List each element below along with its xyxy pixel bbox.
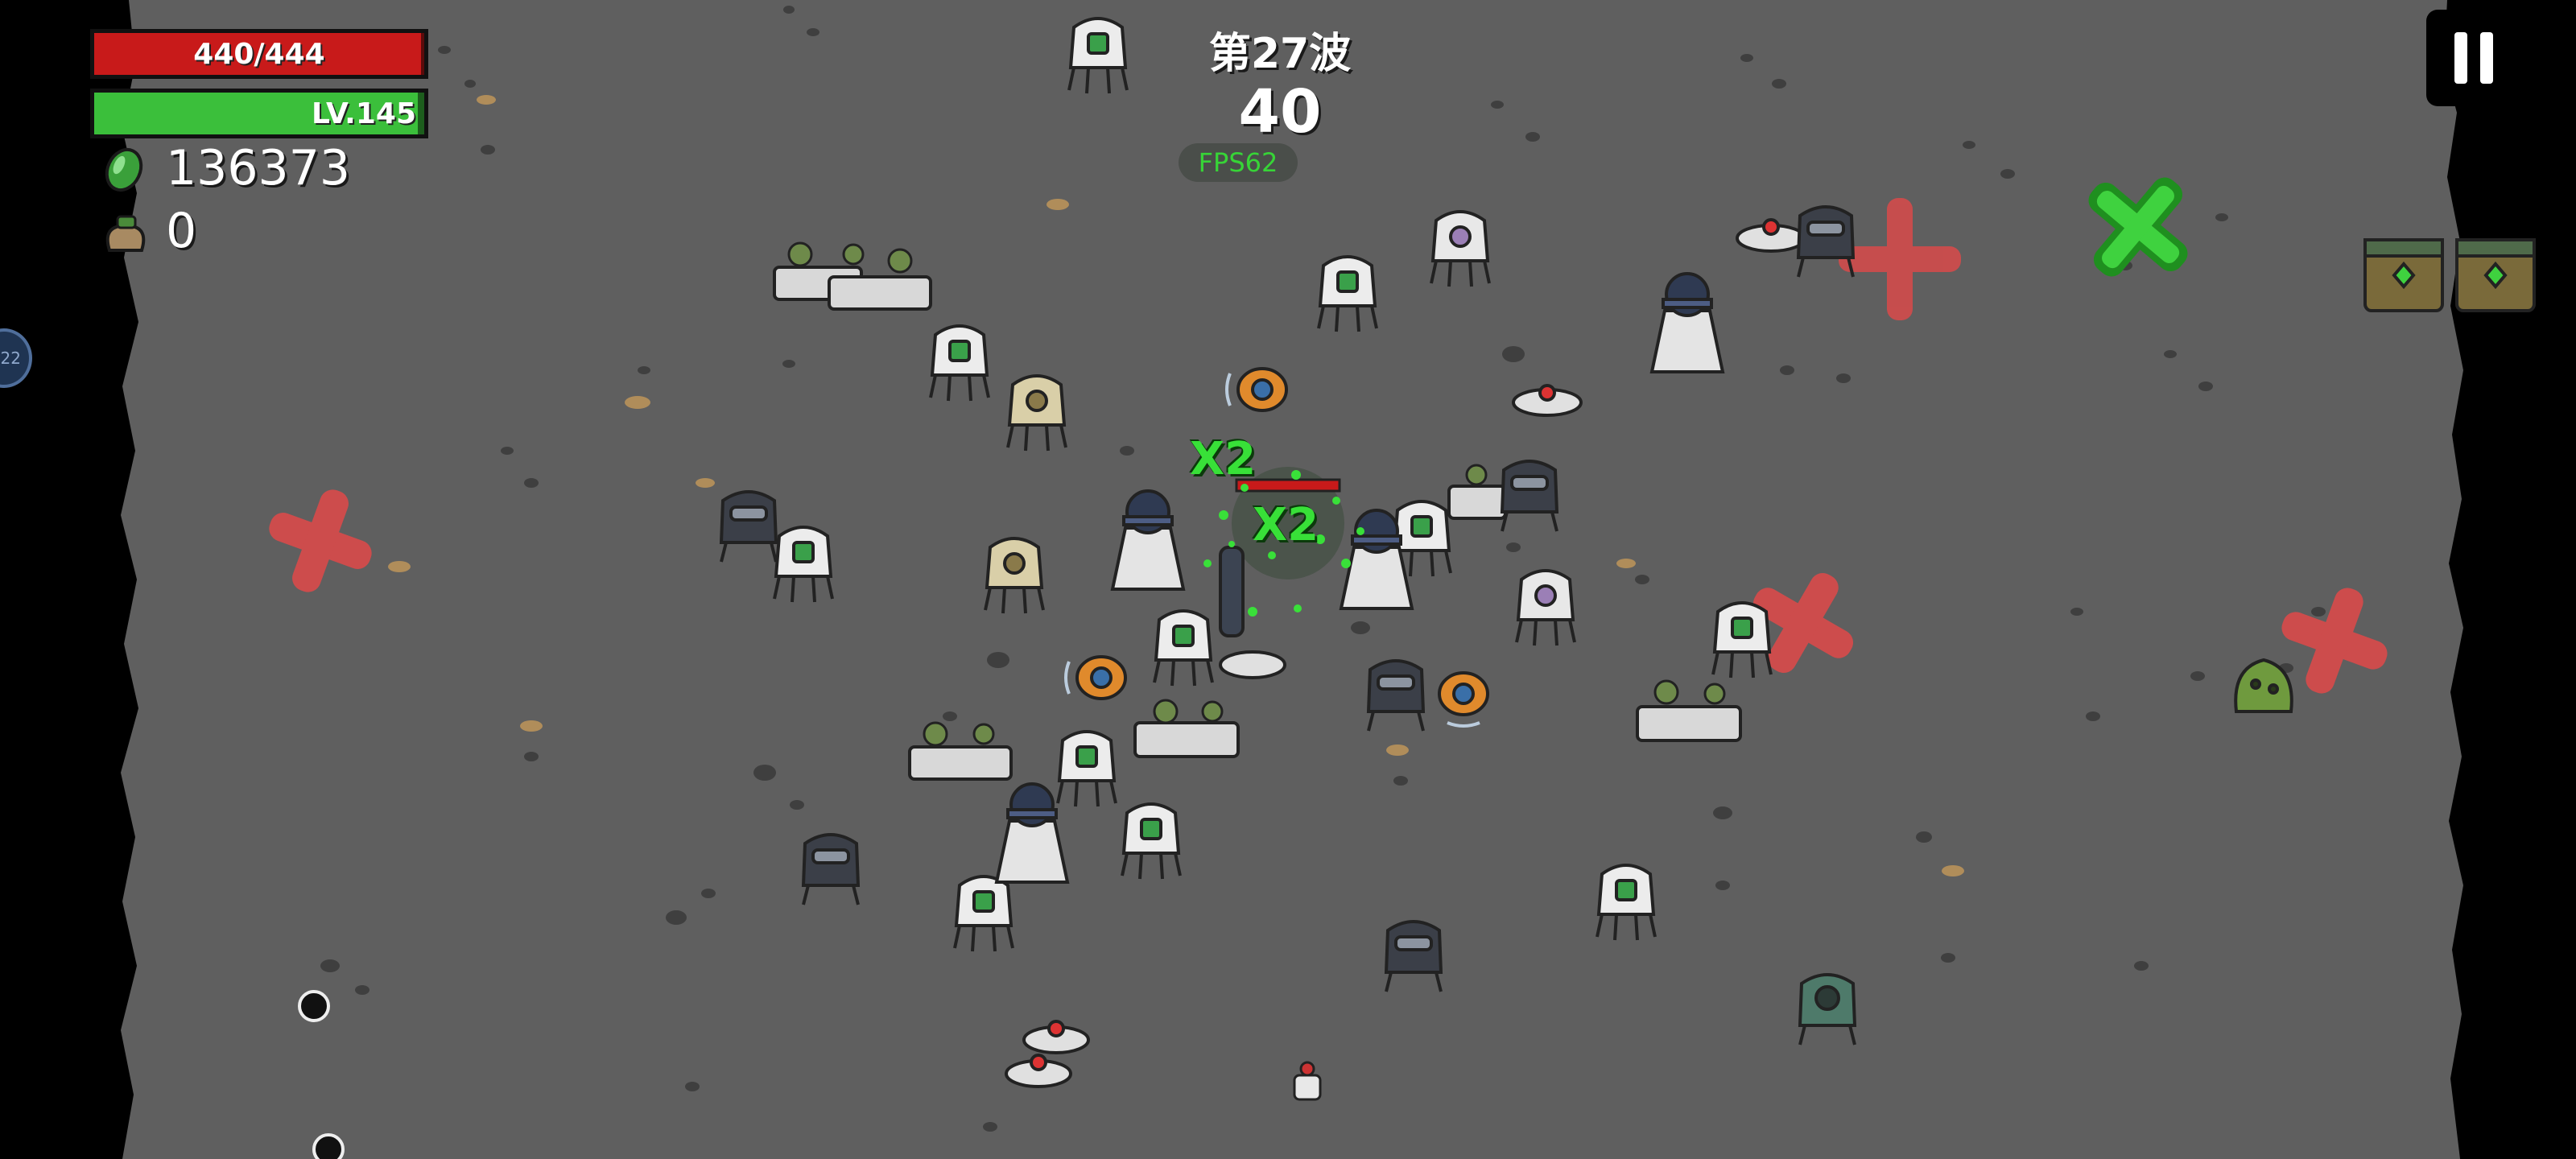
pause-icon bbox=[2454, 32, 2467, 84]
loot-bag-counter: 0 bbox=[100, 203, 196, 259]
green-gem-icon bbox=[105, 147, 143, 192]
loot-bag-icon bbox=[105, 215, 146, 252]
health-bar: 440/444 bbox=[90, 29, 428, 79]
level-bar: LV.145 bbox=[90, 89, 428, 138]
currency-counter: 136373 bbox=[100, 140, 350, 196]
wave-label: 第27波 bbox=[1208, 30, 1352, 78]
health-text: 440/444 bbox=[193, 37, 325, 71]
damage-multiplier-text: X2 bbox=[1190, 433, 1257, 485]
level-text: LV.145 bbox=[311, 97, 416, 130]
currency-value: 136373 bbox=[166, 140, 351, 196]
loot-bag-value: 0 bbox=[166, 203, 197, 259]
damage-multiplier-text: X2 bbox=[1253, 499, 1319, 551]
fps-counter: FPS62 bbox=[1179, 143, 1298, 182]
pause-icon-bar bbox=[2480, 32, 2493, 84]
pause-button[interactable] bbox=[2426, 10, 2521, 106]
wave-timer: 40 bbox=[1238, 77, 1322, 146]
game-screen: 440/444 LV.145 136373 0 第27波 40 FPS62 22… bbox=[0, 0, 2576, 1159]
